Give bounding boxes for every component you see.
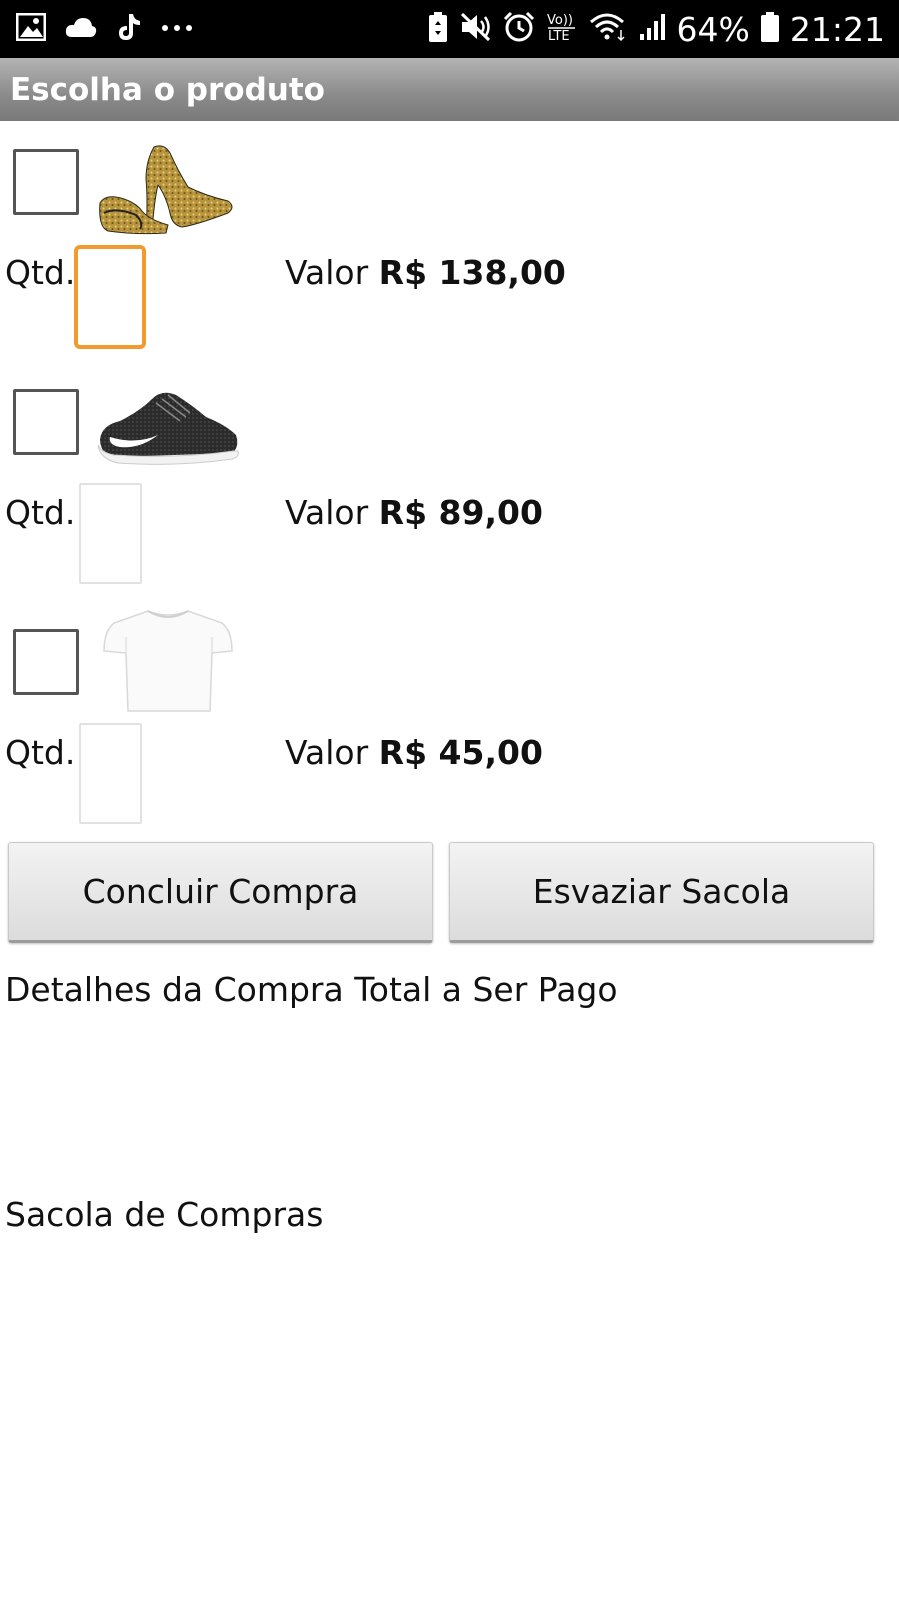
qty-input[interactable]	[74, 245, 146, 349]
price-label: Valor	[285, 733, 369, 772]
product-item: Qtd. Valor R$ 89,00	[0, 361, 899, 591]
status-bar-left	[15, 12, 194, 47]
qty-label: Qtd.	[5, 253, 76, 292]
cloud-icon	[64, 15, 98, 44]
shopping-bag-label: Sacola de Compras	[5, 1195, 324, 1234]
purchase-details-label: Detalhes da Compra Total a Ser Pago	[5, 970, 618, 1009]
battery-icon	[760, 11, 780, 48]
page-title: Escolha o produto	[10, 72, 325, 108]
checkout-button[interactable]: Concluir Compra	[8, 842, 433, 943]
product-checkbox[interactable]	[13, 389, 79, 455]
battery-percent: 64%	[676, 9, 750, 49]
signal-icon	[639, 12, 667, 47]
qty-label: Qtd.	[5, 493, 76, 532]
tiktok-icon	[116, 12, 142, 47]
price-value: R$ 45,00	[378, 733, 543, 772]
clock: 21:21	[789, 9, 885, 49]
title-bar: Escolha o produto	[0, 58, 899, 121]
svg-text:LTE: LTE	[548, 29, 570, 44]
tshirt-icon	[96, 607, 241, 715]
price-text: Valor R$ 45,00	[285, 733, 543, 772]
empty-bag-button[interactable]: Esvaziar Sacola	[449, 842, 874, 943]
price-value: R$ 89,00	[378, 493, 543, 532]
more-icon	[160, 20, 194, 38]
image-icon	[15, 12, 47, 46]
qty-input[interactable]	[79, 723, 142, 824]
product-item: Qtd. Valor R$ 138,00	[0, 121, 899, 351]
price-value: R$ 138,00	[378, 253, 566, 292]
sneaker-icon	[96, 381, 241, 481]
price-text: Valor R$ 89,00	[285, 493, 543, 532]
qty-label: Qtd.	[5, 733, 76, 772]
high-heel-icon	[96, 141, 241, 241]
price-label: Valor	[285, 253, 369, 292]
product-checkbox[interactable]	[13, 629, 79, 695]
qty-input[interactable]	[79, 483, 142, 584]
mute-icon	[459, 12, 493, 47]
product-checkbox[interactable]	[13, 149, 79, 215]
status-bar-right: Vo)) LTE 64% 21:21	[427, 8, 885, 50]
svg-text:Vo)): Vo))	[547, 13, 573, 28]
price-text: Valor R$ 138,00	[285, 253, 566, 292]
wifi-icon	[589, 12, 629, 47]
volte-icon: Vo)) LTE	[545, 10, 579, 49]
alarm-icon	[503, 11, 535, 48]
battery-saver-icon	[427, 11, 449, 48]
status-bar: Vo)) LTE 64% 21:21	[0, 0, 899, 58]
price-label: Valor	[285, 493, 369, 532]
product-item: Qtd. Valor R$ 45,00	[0, 601, 899, 831]
